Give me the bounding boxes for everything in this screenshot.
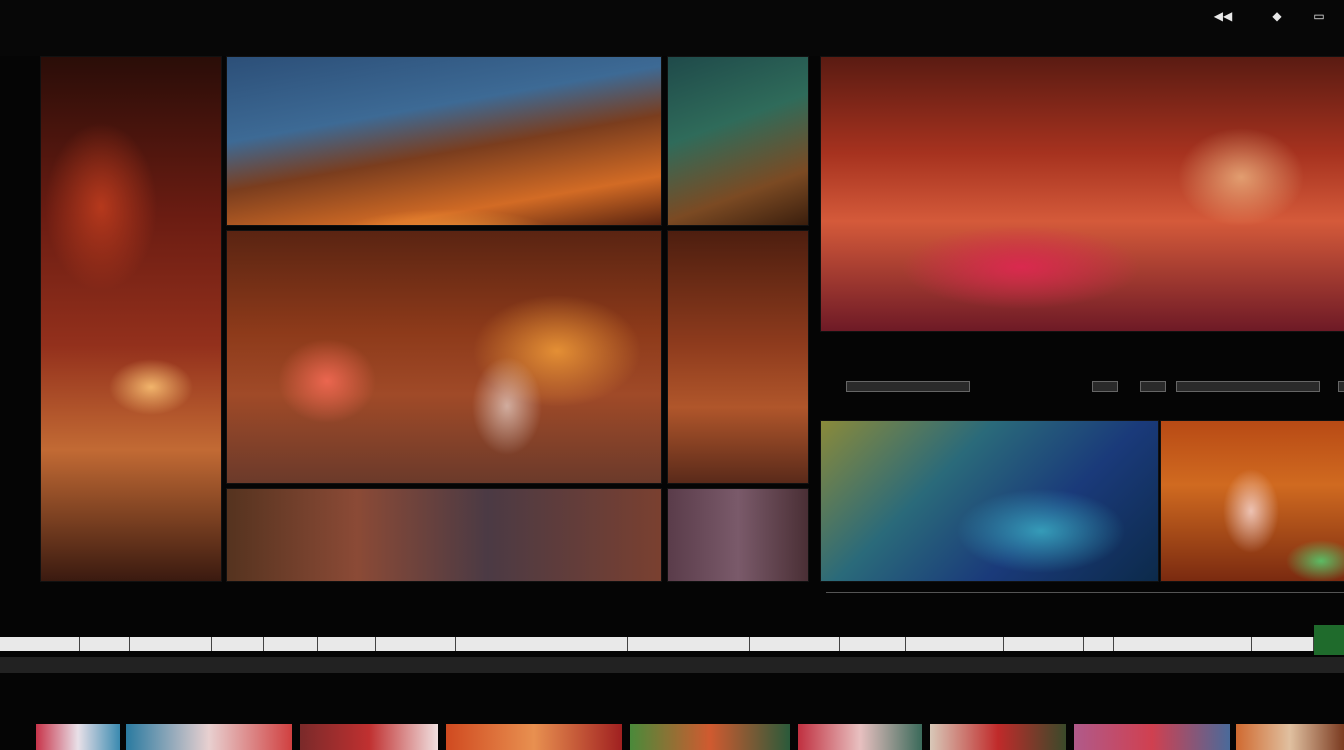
thumbnail[interactable] [36, 724, 120, 750]
param-edge[interactable] [1338, 381, 1344, 392]
media-tile-floor[interactable] [226, 488, 662, 582]
timeline-segment[interactable] [80, 637, 130, 651]
thumbnail[interactable] [1236, 724, 1344, 750]
timeline-segment[interactable] [750, 637, 840, 651]
media-tile-abstract-blue[interactable] [820, 420, 1159, 582]
timeline-segment[interactable] [456, 637, 628, 651]
timeline-segment[interactable] [212, 637, 264, 651]
media-tile-dancer-hall[interactable] [226, 230, 662, 484]
status-bar [0, 657, 1344, 673]
preview-scrubber[interactable] [826, 592, 1344, 593]
media-tile-temple-roof[interactable] [226, 56, 662, 226]
thumbnail[interactable] [126, 724, 292, 750]
media-tile-dancer[interactable] [1160, 420, 1344, 582]
timeline-segment[interactable] [1004, 637, 1084, 651]
thumbnail[interactable] [798, 724, 922, 750]
param-toggle-2[interactable] [1140, 381, 1166, 392]
param-slider-2[interactable] [1176, 381, 1320, 392]
window-icon[interactable]: ▭ [1308, 8, 1330, 24]
timeline-segment[interactable] [130, 637, 212, 651]
thumbnail[interactable] [630, 724, 790, 750]
diamond-icon[interactable]: ◆ [1266, 8, 1288, 24]
play-button[interactable] [1314, 625, 1344, 655]
thumbnail[interactable] [1074, 724, 1230, 750]
timeline-segment[interactable] [628, 637, 750, 651]
param-slider[interactable] [846, 381, 970, 392]
thumbnail[interactable] [300, 724, 438, 750]
media-tile-temple-interior[interactable] [40, 56, 222, 582]
media-tile-trees[interactable] [667, 56, 809, 226]
back-icon[interactable]: ◀◀ [1212, 8, 1234, 24]
timeline-segment[interactable] [264, 637, 318, 651]
thumbnail[interactable] [446, 724, 622, 750]
timeline-segment[interactable] [1084, 637, 1114, 651]
timeline-segment[interactable] [906, 637, 1004, 651]
timeline-segment[interactable] [1114, 637, 1252, 651]
timeline-segment[interactable] [376, 637, 456, 651]
timeline-segment[interactable] [840, 637, 906, 651]
title-bar: ◀◀ ◆ ▭ [0, 0, 1344, 56]
sidebar [0, 56, 38, 596]
timeline-segment[interactable] [0, 637, 80, 651]
media-tile-floor-side[interactable] [667, 488, 809, 582]
timeline-segment[interactable] [318, 637, 376, 651]
param-toggle[interactable] [1092, 381, 1118, 392]
timeline-track[interactable] [0, 637, 1314, 651]
preview-viewer[interactable] [820, 56, 1344, 332]
timeline-segment[interactable] [1252, 637, 1314, 651]
thumbnail[interactable] [930, 724, 1066, 750]
media-tile-hall-side[interactable] [667, 230, 809, 484]
